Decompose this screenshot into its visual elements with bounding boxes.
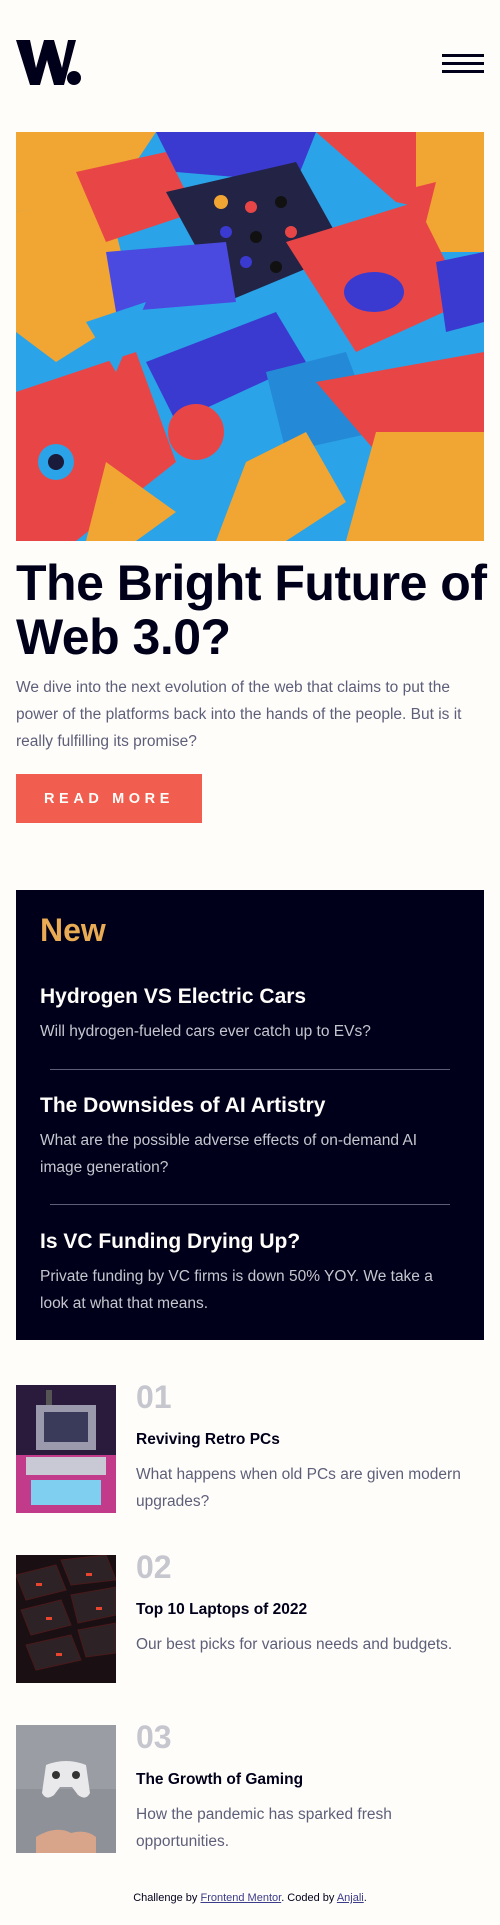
news-item: Is VC Funding Drying Up? Private funding…: [40, 1229, 460, 1317]
footer-suffix: .: [363, 1892, 367, 1904]
new-heading: New: [40, 912, 106, 948]
news-item: The Downsides of AI Artistry What are th…: [40, 1093, 460, 1181]
article-number: 03: [136, 1719, 172, 1755]
hero-description: We dive into the next evolution of the w…: [16, 679, 462, 750]
article-description: How the pandemic has sparked fresh oppor…: [136, 1806, 392, 1850]
footer: Challenge by Frontend Mentor. Coded by A…: [0, 1892, 500, 1904]
logo[interactable]: [16, 40, 82, 85]
game-controller-image: [16, 1725, 116, 1853]
article-description: What happens when old PCs are given mode…: [136, 1466, 461, 1510]
news-item-description: What are the possible adverse effects of…: [40, 1132, 418, 1176]
new-articles-panel: New Hydrogen VS Electric Cars Will hydro…: [16, 890, 484, 1340]
abstract-3d-blocks-image: [16, 132, 484, 541]
hero-title: The Bright Future of Web 3.0?: [16, 555, 487, 665]
hero-image: [16, 132, 484, 541]
news-item-title[interactable]: Is VC Funding Drying Up?: [40, 1229, 460, 1255]
ranked-article: 02 Top 10 Laptops of 2022 Our best picks…: [16, 1549, 484, 1683]
frontend-mentor-link[interactable]: Frontend Mentor: [200, 1892, 281, 1904]
footer-middle: . Coded by: [281, 1892, 337, 1904]
news-item: Hydrogen VS Electric Cars Will hydrogen-…: [40, 984, 460, 1045]
ranked-article: 01 Reviving Retro PCs What happens when …: [16, 1379, 484, 1513]
retro-pc-image: [16, 1385, 116, 1513]
read-more-button[interactable]: READ MORE: [16, 774, 202, 823]
article-number: 01: [136, 1379, 172, 1415]
author-link[interactable]: Anjali: [337, 1892, 364, 1904]
news-item-description: Private funding by VC firms is down 50% …: [40, 1268, 433, 1312]
news-item-description: Will hydrogen-fueled cars ever catch up …: [40, 1023, 371, 1040]
footer-prefix: Challenge by: [133, 1892, 201, 1904]
hamburger-menu-icon[interactable]: [442, 54, 484, 74]
news-item-title[interactable]: The Downsides of AI Artistry: [40, 1093, 460, 1119]
divider: [50, 1069, 450, 1070]
news-item-title[interactable]: Hydrogen VS Electric Cars: [40, 984, 460, 1010]
article-title[interactable]: The Growth of Gaming: [136, 1771, 303, 1789]
divider: [50, 1204, 450, 1205]
article-title[interactable]: Top 10 Laptops of 2022: [136, 1601, 307, 1619]
article-number: 02: [136, 1549, 172, 1585]
page: The Bright Future of Web 3.0? We dive in…: [0, 0, 500, 1925]
article-title[interactable]: Reviving Retro PCs: [136, 1431, 280, 1449]
laptop-keyboard-image: [16, 1555, 116, 1683]
article-description: Our best picks for various needs and bud…: [136, 1636, 453, 1653]
ranked-article: 03 The Growth of Gaming How the pandemic…: [16, 1719, 484, 1853]
